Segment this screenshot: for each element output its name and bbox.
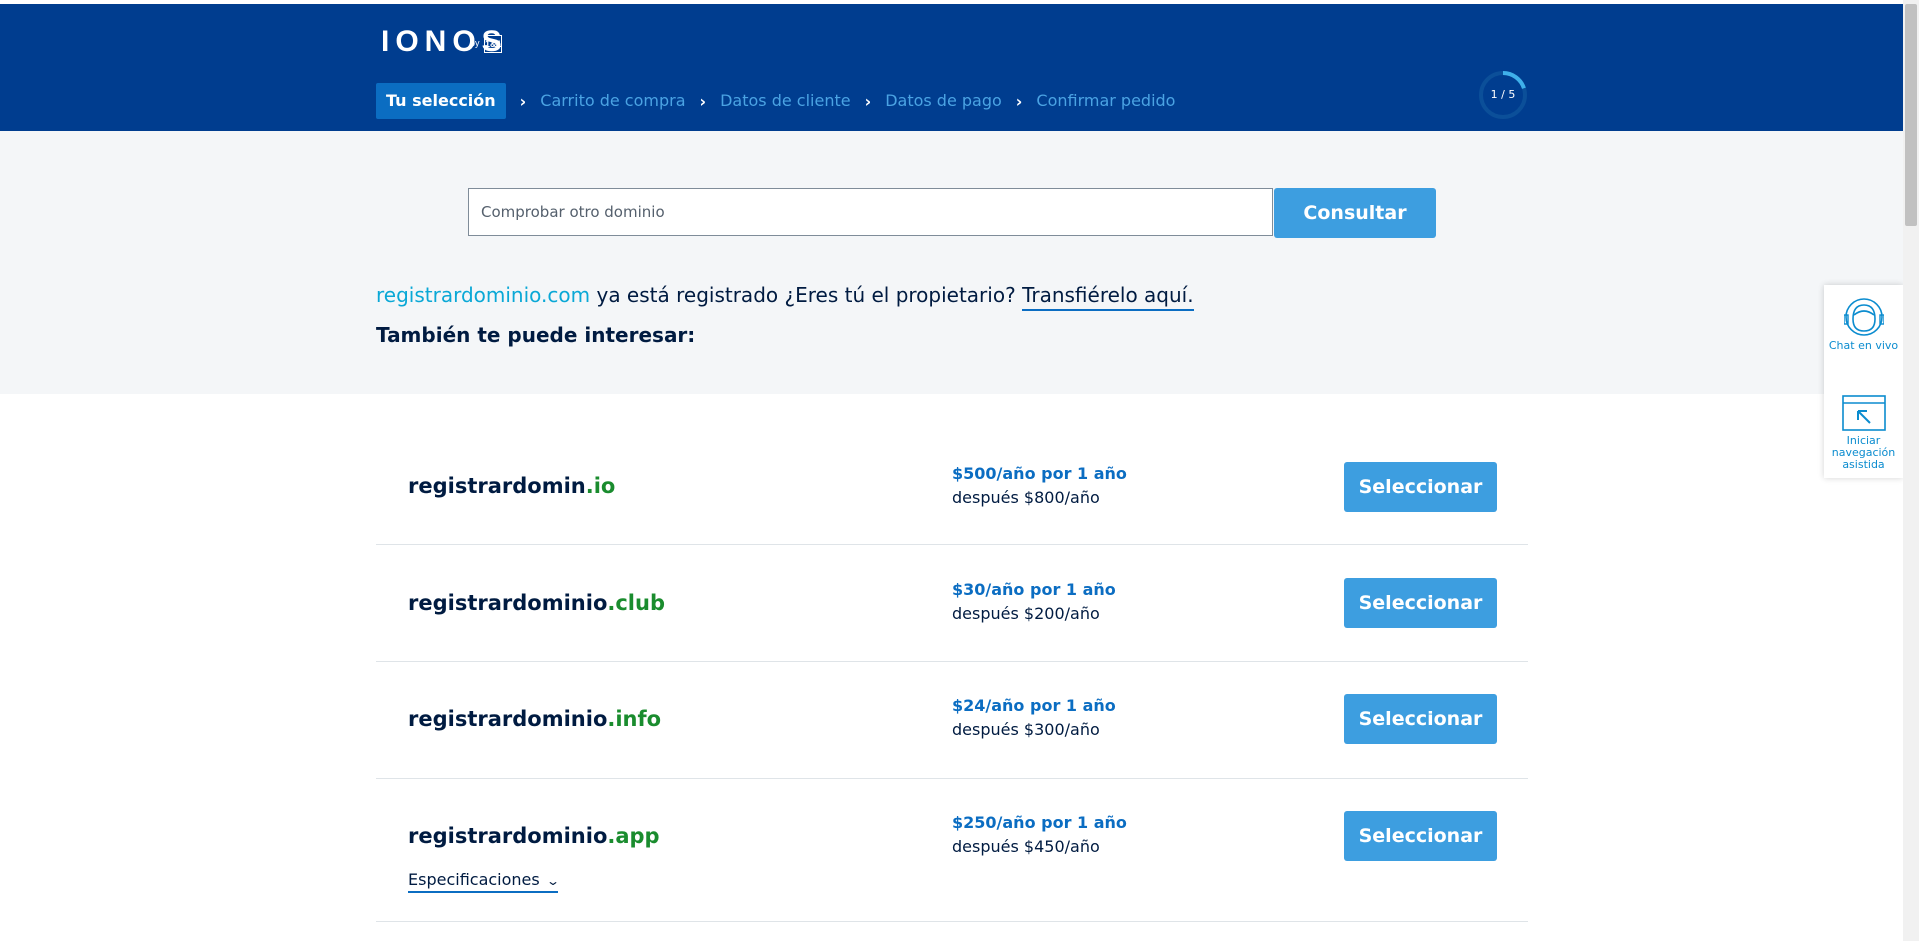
chat-label[interactable]: Chat en vivo [1824, 340, 1903, 352]
step-tu-seleccion[interactable]: Tu selección [376, 83, 506, 119]
select-io-button[interactable]: Seleccionar [1344, 462, 1497, 512]
domain-price: $24/año por 1 año [952, 696, 1116, 715]
chevron-right-icon: › [864, 91, 872, 111]
domain-name: registrardominio.club [408, 591, 665, 615]
select-info-button[interactable]: Seleccionar [1344, 694, 1497, 744]
domain-price: $30/año por 1 año [952, 580, 1116, 599]
domain-price: $250/año por 1 año [952, 813, 1127, 832]
step-confirmar[interactable]: Confirmar pedido [1036, 83, 1175, 119]
renewal-price: después $300/año [952, 720, 1100, 739]
registered-domain: registrardominio.com [376, 283, 591, 307]
domain-name: registrardominio.info [408, 707, 662, 731]
select-club-button[interactable]: Seleccionar [1344, 578, 1497, 628]
domain-price: $500/año por 1 año [952, 464, 1127, 483]
chevron-down-icon: ⌄ [545, 874, 560, 888]
assisted-navigation-label[interactable]: Iniciar navegación asistida [1824, 435, 1903, 471]
domain-name: registrardominio.app [408, 824, 660, 848]
logo-by-text: by [470, 38, 480, 48]
checkout-steps: Tu selección › Carrito de compra › Datos… [376, 83, 1175, 119]
chevron-right-icon: › [519, 91, 527, 111]
renewal-price: después $800/año [952, 488, 1100, 507]
domain-status-message: registrardominio.com ya está registrado … [376, 280, 1194, 311]
brand-1und1-logo: 1&1 [484, 35, 502, 53]
transfer-link[interactable]: Transfiérelo aquí. [1022, 283, 1194, 311]
domain-row: registrardominio.app $250/año por 1 año … [376, 779, 1528, 922]
search-section [0, 131, 1903, 394]
step-carrito[interactable]: Carrito de compra [540, 83, 685, 119]
domain-name: registrardomin.io [408, 474, 616, 498]
step-datos-cliente[interactable]: Datos de cliente [720, 83, 850, 119]
status-text: ya está registrado ¿Eres tú el propietar… [590, 283, 1023, 307]
assisted-navigation-icon[interactable] [1842, 395, 1886, 431]
step-datos-pago[interactable]: Datos de pago [885, 83, 1002, 119]
chat-agent-icon[interactable] [1844, 297, 1884, 341]
progress-text: 1 / 5 [1490, 88, 1516, 101]
domain-row: registrardominio.club $30/año por 1 año … [376, 545, 1528, 662]
suggestions-heading: También te puede interesar: [376, 323, 696, 347]
specs-toggle[interactable]: Especificaciones ⌄ [408, 870, 560, 893]
scrollbar-thumb[interactable] [1905, 4, 1917, 226]
consultar-button[interactable]: Consultar [1274, 188, 1436, 238]
domain-search-input[interactable] [468, 188, 1273, 236]
domain-row: registrardomin.io $500/año por 1 año des… [376, 416, 1528, 545]
chevron-right-icon: › [1015, 91, 1023, 111]
select-app-button[interactable]: Seleccionar [1344, 811, 1497, 861]
renewal-price: después $200/año [952, 604, 1100, 623]
chevron-right-icon: › [699, 91, 707, 111]
domain-row: registrardominio.info $24/año por 1 año … [376, 662, 1528, 779]
help-widget: Chat en vivo Iniciar navegación asistida [1824, 285, 1903, 478]
renewal-price: después $450/año [952, 837, 1100, 856]
